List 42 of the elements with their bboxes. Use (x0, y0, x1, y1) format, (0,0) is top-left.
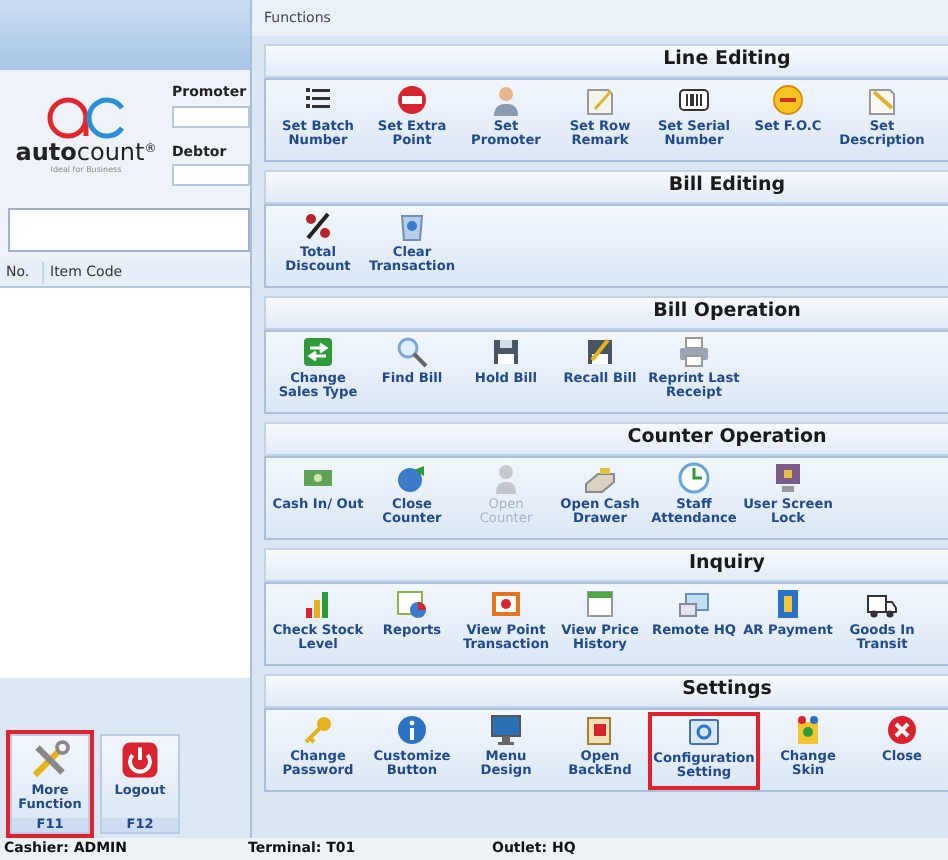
section-header: Bill Editing (264, 170, 948, 204)
arrows-icon (302, 336, 334, 368)
slide-icon (490, 588, 522, 620)
floppy-icon (490, 336, 522, 368)
report-icon (396, 588, 428, 620)
coin-icon (772, 84, 804, 116)
document-icon (584, 714, 616, 746)
palette-icon (792, 714, 824, 746)
section-header: Bill Operation (264, 296, 948, 330)
computer-icon (678, 588, 710, 620)
note-icon (866, 84, 898, 116)
monitor-icon (490, 714, 522, 746)
dollar-icon (772, 588, 804, 620)
printer-icon (678, 336, 710, 368)
section-header: Settings (264, 674, 948, 708)
percent-icon (302, 210, 334, 242)
tools-icon (30, 740, 70, 780)
key-icon (302, 714, 334, 746)
bin-icon (396, 210, 428, 242)
section-header: Counter Operation (264, 422, 948, 456)
note-icon (584, 84, 616, 116)
clock-icon (678, 462, 710, 494)
monitor-icon (772, 462, 804, 494)
drawer-icon (584, 462, 616, 494)
promoter-field[interactable] (172, 105, 250, 127)
debtor-field[interactable] (172, 164, 250, 186)
item-input-field[interactable] (8, 208, 250, 252)
bar-chart-icon (302, 588, 334, 620)
power-icon (120, 740, 160, 780)
floppy-icon (584, 336, 616, 368)
logo-icon (46, 96, 126, 140)
calendar-icon (584, 588, 616, 620)
person-icon (490, 84, 522, 116)
window-icon (688, 716, 720, 748)
section-header: Inquiry (264, 548, 948, 582)
close-icon (886, 714, 918, 746)
person-icon (490, 462, 522, 494)
barcode-icon (678, 84, 710, 116)
magnifier-icon (396, 336, 428, 368)
info-icon (396, 714, 428, 746)
section-header: Line Editing (264, 44, 948, 78)
logo-wordmark: autocount (15, 140, 145, 164)
